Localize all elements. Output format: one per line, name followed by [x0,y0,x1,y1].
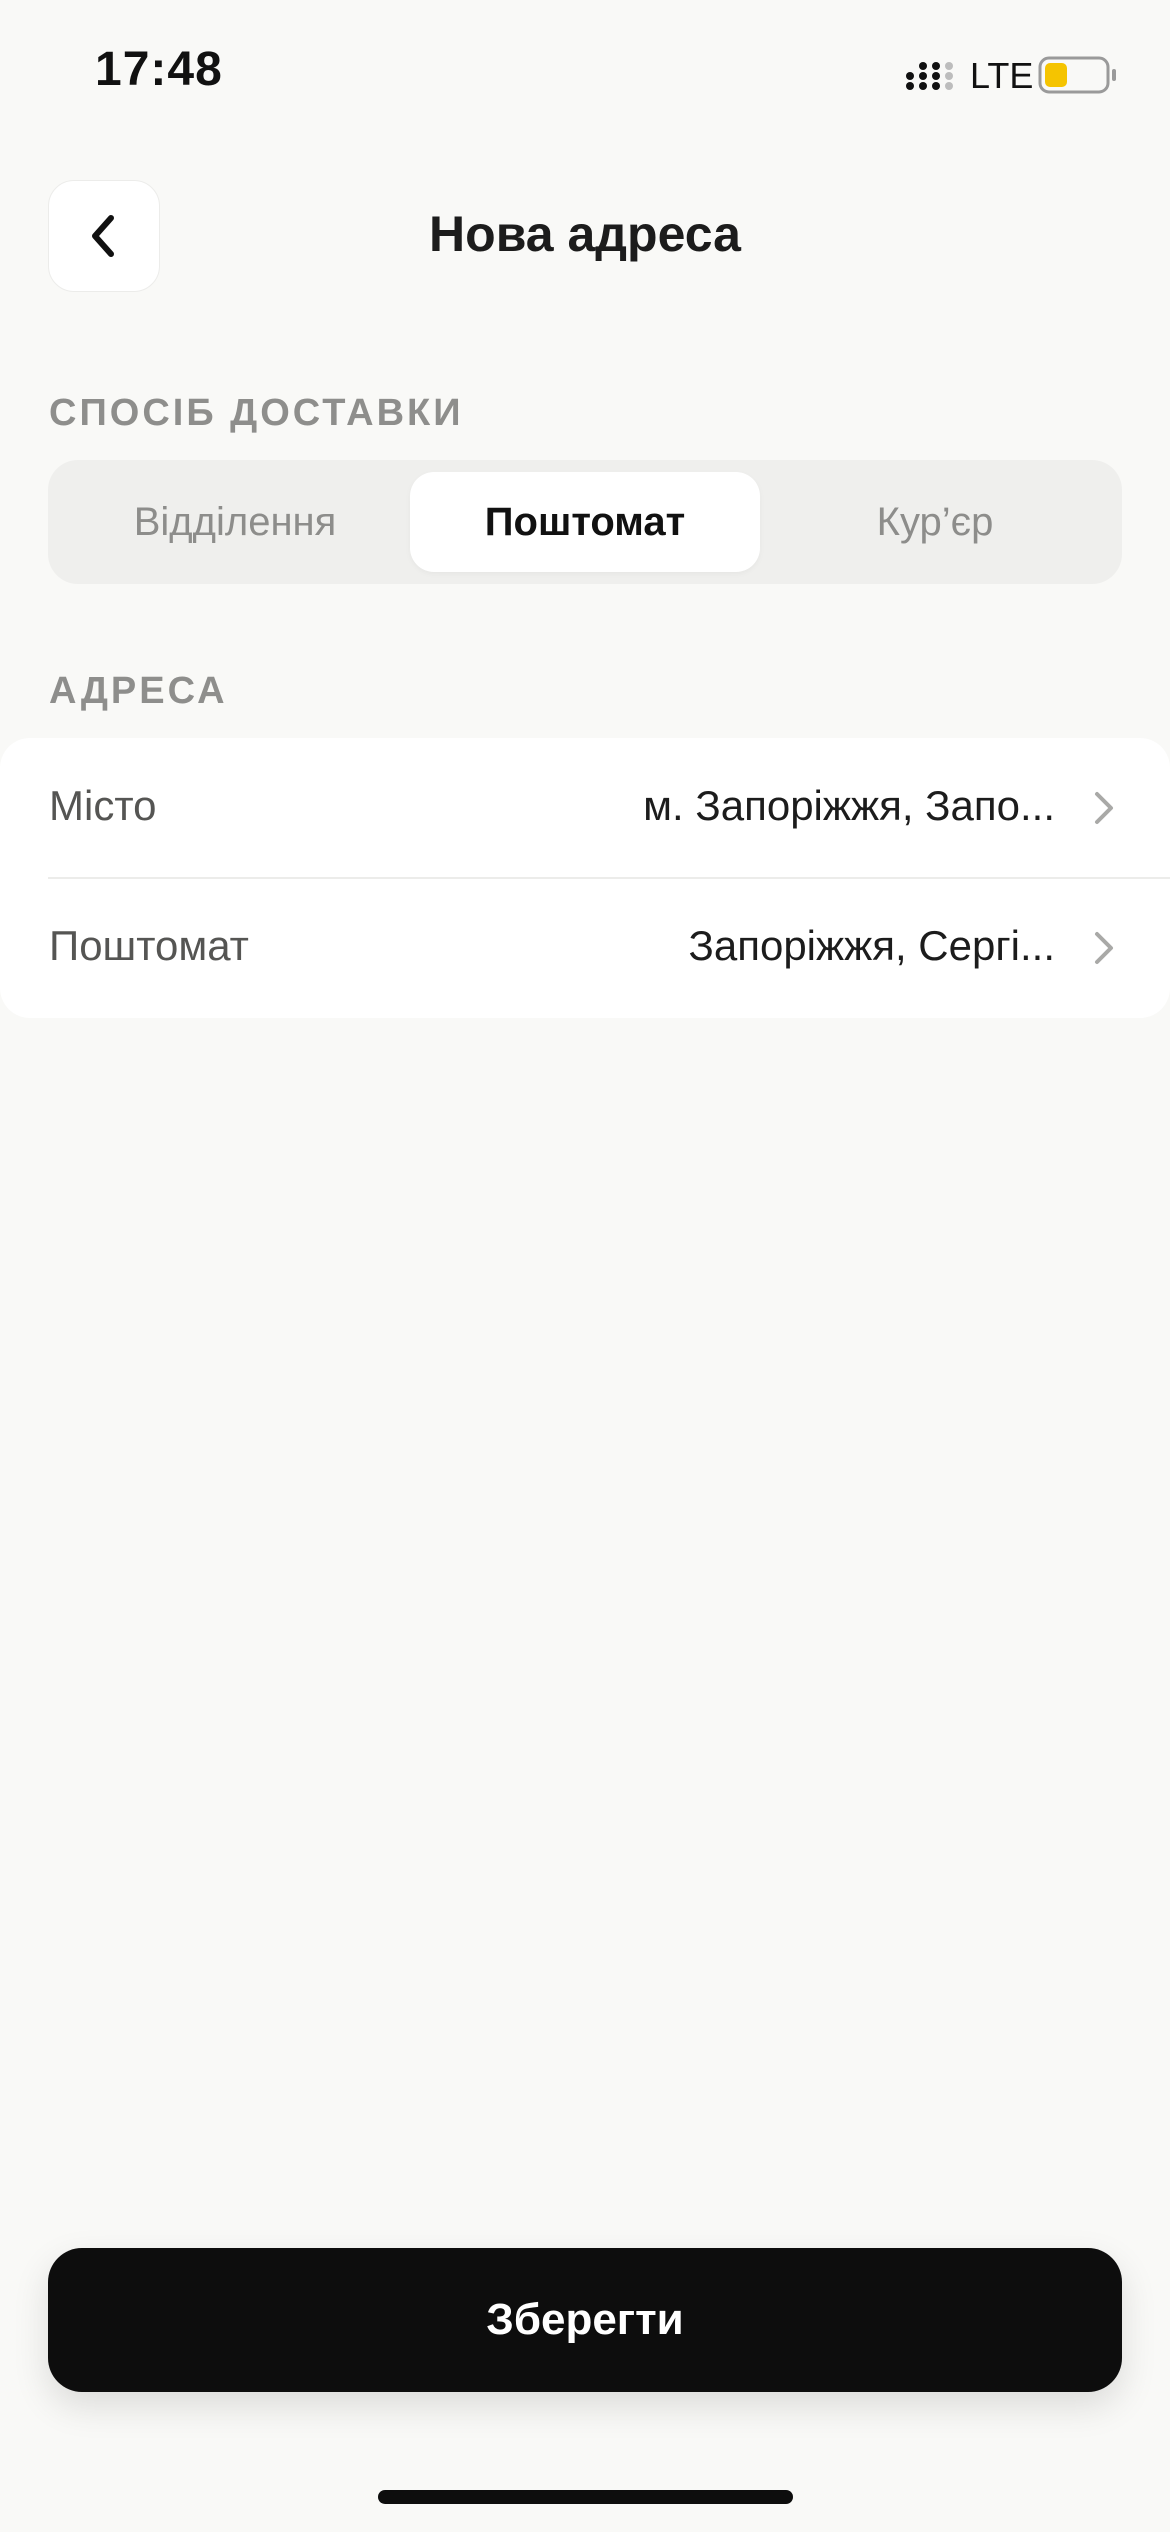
save-button-label: Зберегти [486,2295,684,2344]
chevron-right-icon [1095,932,1113,964]
parcel-locker-value: Запоріжжя, Сергі... [688,922,1056,969]
status-time: 17:48 [95,43,223,96]
cellular-signal-icon [906,62,953,90]
home-indicator [378,2490,793,2504]
battery-low-icon [1038,56,1116,94]
delivery-method-segmented-control: Відділення Поштомат Кур’єр [48,460,1122,584]
segment-branch[interactable]: Відділення [60,472,410,572]
delivery-method-heading: СПОСІБ ДОСТАВКИ [49,392,464,434]
page-title: Нова адреса [429,206,741,262]
save-button[interactable]: Зберегти [48,2248,1122,2392]
city-label: Місто [49,782,157,829]
city-value: м. Запоріжжя, Запо... [643,782,1055,829]
address-heading: АДРЕСА [49,670,228,712]
city-row[interactable]: Місто м. Запоріжжя, Запо... [0,738,1170,879]
parcel-locker-row[interactable]: Поштомат Запоріжжя, Сергі... [0,878,1170,1018]
chevron-right-icon [1095,792,1113,824]
status-bar: 17:48 LTE [0,0,1170,150]
segment-parcel-locker[interactable]: Поштомат [410,472,760,572]
segment-courier[interactable]: Кур’єр [760,472,1110,572]
address-card: Місто м. Запоріжжя, Запо... Поштомат Зап… [0,738,1170,1018]
network-type-label: LTE [970,55,1034,96]
parcel-locker-label: Поштомат [49,922,249,969]
